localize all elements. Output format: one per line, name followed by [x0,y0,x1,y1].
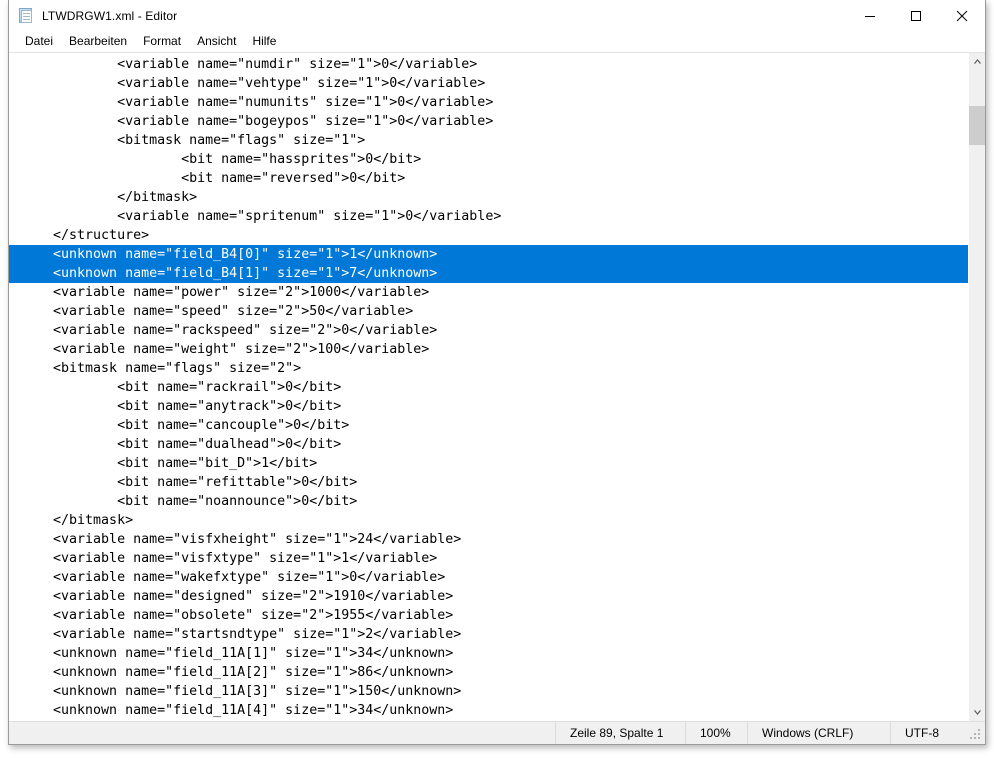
code-line[interactable]: <variable name="numdir" size="1">0</vari… [9,55,968,74]
menu-bar: Datei Bearbeiten Format Ansicht Hilfe [9,31,985,52]
code-line[interactable]: <variable name="wakefxtype" size="1">0</… [9,568,968,587]
menu-item-hilfe[interactable]: Hilfe [244,32,284,51]
scrollbar-track[interactable] [969,70,985,704]
scrollbar-thumb[interactable] [969,106,985,145]
resize-grip-icon[interactable] [970,729,982,741]
code-line[interactable]: <bit name="anytrack">0</bit> [9,397,968,416]
code-line[interactable]: <bitmask name="flags" size="1"> [9,131,968,150]
editor-window: LTWDRGW1.xml - Editor Datei Bearbeiten F… [8,0,986,745]
code-line-selected[interactable]: <unknown name="field_B4[0]" size="1">1</… [9,245,968,264]
code-line[interactable]: <variable name="visfxheight" size="1">24… [9,530,968,549]
window-title: LTWDRGW1.xml - Editor [42,8,178,23]
menu-item-ansicht[interactable]: Ansicht [189,32,244,51]
menu-item-datei[interactable]: Datei [17,32,61,51]
window-controls [847,0,985,31]
code-line[interactable]: <variable name="vehtype" size="1">0</var… [9,74,968,93]
code-line[interactable]: <bit name="bit_D">1</bit> [9,454,968,473]
code-line[interactable]: <bitmask name="flags" size="2"> [9,359,968,378]
code-line[interactable]: <variable name="designed" size="2">1910<… [9,587,968,606]
code-line[interactable]: <bit name="hassprites">0</bit> [9,150,968,169]
line-ending: Windows (CRLF) [747,722,890,744]
menu-item-format[interactable]: Format [135,32,189,51]
cursor-position: Zeile 89, Spalte 1 [555,722,685,744]
code-line[interactable]: <bit name="dualhead">0</bit> [9,435,968,454]
code-line[interactable]: <bit name="noannounce">0</bit> [9,492,968,511]
code-line[interactable]: </structure> [9,226,968,245]
code-line[interactable]: <bit name="rackrail">0</bit> [9,378,968,397]
maximize-button[interactable] [893,0,939,31]
code-line[interactable]: <variable name="bogeypos" size="1">0</va… [9,112,968,131]
zoom-level[interactable]: 100% [685,722,747,744]
code-line[interactable]: </bitmask> [9,188,968,207]
code-line-selected[interactable]: <unknown name="field_B4[1]" size="1">7</… [9,264,968,283]
code-line[interactable]: <variable name="visfxtype" size="1">1</v… [9,549,968,568]
status-bar: Zeile 89, Spalte 1 100% Windows (CRLF) U… [9,721,985,744]
code-line[interactable]: <unknown name="field_11A[2]" size="1">86… [9,663,968,682]
code-line[interactable]: <bit name="refittable">0</bit> [9,473,968,492]
code-line[interactable]: </bitmask> [9,511,968,530]
code-line[interactable]: <unknown name="field_11A[3]" size="1">15… [9,682,968,701]
code-line[interactable]: <bit name="reversed">0</bit> [9,169,968,188]
close-button[interactable] [939,0,985,31]
code-line[interactable]: <variable name="weight" size="2">100</va… [9,340,968,359]
text-editor[interactable]: <variable name="numdir" size="1">0</vari… [9,53,968,721]
scroll-down-icon[interactable] [969,704,985,721]
notepad-icon [18,7,34,24]
vertical-scrollbar[interactable] [968,53,985,721]
code-line[interactable]: <variable name="spritenum" size="1">0</v… [9,207,968,226]
code-line[interactable]: <unknown name="field_11A[4]" size="1">34… [9,701,968,720]
code-line[interactable]: <variable name="speed" size="2">50</vari… [9,302,968,321]
code-line[interactable]: <bit name="cancouple">0</bit> [9,416,968,435]
menu-item-bearbeiten[interactable]: Bearbeiten [61,32,135,51]
notepad-window-screenshot: LTWDRGW1.xml - Editor Datei Bearbeiten F… [0,0,994,759]
code-line[interactable]: <variable name="obsolete" size="2">1955<… [9,606,968,625]
status-bar-filler [9,722,555,744]
code-line[interactable]: <variable name="rackspeed" size="2">0</v… [9,321,968,340]
code-line[interactable]: <variable name="power" size="2">1000</va… [9,283,968,302]
code-line[interactable]: <unknown name="field_11A[1]" size="1">34… [9,644,968,663]
code-line[interactable]: <variable name="startsndtype" size="1">2… [9,625,968,644]
scroll-up-icon[interactable] [969,53,985,70]
minimize-button[interactable] [847,0,893,31]
editor-area: <variable name="numdir" size="1">0</vari… [9,52,985,721]
code-line[interactable]: <variable name="numunits" size="1">0</va… [9,93,968,112]
title-bar[interactable]: LTWDRGW1.xml - Editor [9,0,985,31]
